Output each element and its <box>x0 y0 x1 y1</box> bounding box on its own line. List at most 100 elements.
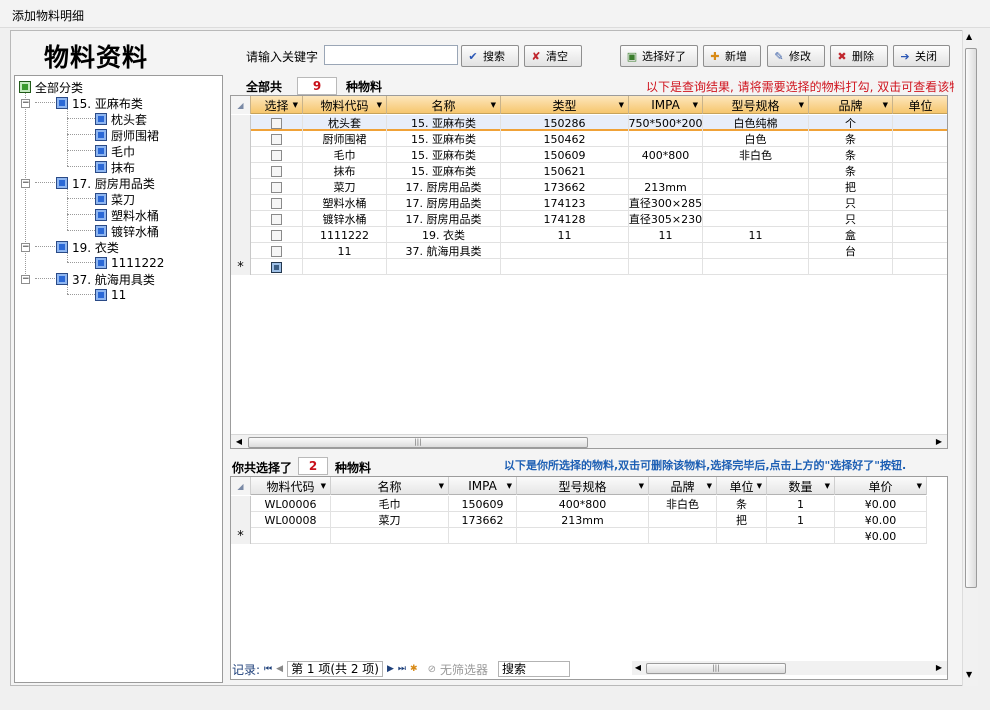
row-indicator[interactable] <box>231 179 251 195</box>
select-checkbox[interactable] <box>271 197 282 209</box>
row-indicator[interactable] <box>231 211 251 227</box>
table-row[interactable]: 镀锌水桶 17. 厨房用品类 174128 直径305×230 只 <box>231 211 947 227</box>
table-row[interactable]: 厨师围裙 15. 亚麻布类 150462 白色条 <box>231 131 947 147</box>
clear-button[interactable]: ✘ 清空 <box>524 45 582 67</box>
scroll-up-icon[interactable]: ▲ <box>966 32 972 41</box>
new-row[interactable]: * <box>231 259 947 275</box>
new-record-icon[interactable]: ✱ <box>410 664 418 674</box>
select-checkbox[interactable] <box>271 229 282 241</box>
edit-button[interactable]: ✎ 修改 <box>767 45 825 67</box>
row-indicator[interactable] <box>231 227 251 243</box>
prev-record-icon[interactable]: ◀ <box>276 664 283 674</box>
col-header-unit[interactable]: 单位 <box>893 96 947 114</box>
sel-col-header-qty[interactable]: 数量 ▼ <box>767 477 835 495</box>
tree-item[interactable]: 菜刀 <box>95 191 135 207</box>
table-row[interactable]: 1111222 19. 衣类 11 11 11 盒 <box>231 227 947 243</box>
table-row[interactable]: WL00008 菜刀 173662 213mm 把 1 ¥0.00 <box>231 512 927 528</box>
row-indicator[interactable] <box>231 195 251 211</box>
sel-col-header-code[interactable]: 物料代码 ▼ <box>251 477 331 495</box>
collapse-icon[interactable]: − <box>21 98 30 108</box>
collapse-icon[interactable]: − <box>21 178 30 188</box>
navigator-search[interactable]: 搜索 <box>497 661 570 677</box>
sel-col-header-unit[interactable]: 单位 ▼ <box>717 477 767 495</box>
table-row[interactable]: 抹布 15. 亚麻布类 150621 条 <box>231 163 947 179</box>
sel-col-header-name[interactable]: 名称 ▼ <box>331 477 449 495</box>
select-checkbox-cell[interactable] <box>251 179 303 195</box>
row-indicator[interactable]: * <box>231 259 251 275</box>
tree-group-marine[interactable]: − 37. 航海用具类 <box>21 271 155 287</box>
search-button[interactable]: ✔ 搜索 <box>461 45 519 67</box>
add-button[interactable]: ✚ 新增 <box>703 45 761 67</box>
tree-item[interactable]: 枕头套 <box>95 111 147 127</box>
row-indicator[interactable] <box>231 243 251 259</box>
col-header-name[interactable]: 名称 ▼ <box>387 96 501 114</box>
tree-group-clothing[interactable]: − 19. 衣类 <box>21 239 119 255</box>
tree-group-linen[interactable]: − 15. 亚麻布类 <box>21 95 143 111</box>
table-row[interactable]: 毛巾 15. 亚麻布类 150609 400*800 非白色条 <box>231 147 947 163</box>
select-checkbox-cell[interactable] <box>251 195 303 211</box>
col-header-impa[interactable]: IMPA ▼ <box>629 96 703 114</box>
first-record-icon[interactable]: ⏮ <box>264 664 272 674</box>
table-row[interactable]: WL00006 毛巾 150609 400*800 非白色条 1 ¥0.00 <box>231 496 927 512</box>
row-indicator[interactable] <box>231 115 251 131</box>
delete-button[interactable]: ✖ 删除 <box>830 45 888 67</box>
tree-item[interactable]: 毛巾 <box>95 143 135 159</box>
sel-col-header-impa[interactable]: IMPA ▼ <box>449 477 517 495</box>
scroll-thumb[interactable]: ||| <box>248 437 588 448</box>
tree-item[interactable]: 11 <box>95 287 126 303</box>
filter-status[interactable]: 无筛选器 <box>440 661 488 678</box>
select-checkbox[interactable] <box>271 213 282 225</box>
new-row[interactable]: * ¥0.00 <box>231 528 927 544</box>
select-done-button[interactable]: ▣ 选择好了 <box>620 45 698 67</box>
select-checkbox[interactable] <box>271 165 282 177</box>
select-checkbox[interactable] <box>271 261 282 273</box>
tree-group-kitchen[interactable]: − 17. 厨房用品类 <box>21 175 155 191</box>
row-indicator[interactable] <box>231 147 251 163</box>
select-checkbox-cell[interactable] <box>251 227 303 243</box>
select-checkbox[interactable] <box>271 117 282 129</box>
scroll-thumb[interactable] <box>965 48 977 588</box>
tree-item[interactable]: 镀锌水桶 <box>95 223 159 239</box>
col-header-select[interactable]: 选择 ▼ <box>251 96 303 114</box>
select-checkbox-cell[interactable] <box>251 131 303 147</box>
select-all-corner[interactable]: ◢ <box>231 477 251 495</box>
row-indicator[interactable] <box>231 496 251 512</box>
selected-grid-hscroll[interactable]: ◀ ||| ▶ <box>632 661 947 675</box>
select-checkbox[interactable] <box>271 181 282 193</box>
select-checkbox-cell[interactable] <box>251 147 303 163</box>
row-indicator[interactable] <box>231 512 251 528</box>
table-row[interactable]: 枕头套 15. 亚麻布类 150286 750*500*200 白色纯棉个 <box>231 115 947 131</box>
sel-col-header-price[interactable]: 单价 ▼ <box>835 477 927 495</box>
search-input[interactable] <box>324 45 458 65</box>
select-checkbox-cell[interactable] <box>251 115 303 131</box>
table-row[interactable]: 塑料水桶 17. 厨房用品类 174123 直径300×285 只 <box>231 195 947 211</box>
col-header-spec[interactable]: 型号规格 ▼ <box>703 96 809 114</box>
table-row[interactable]: 菜刀 17. 厨房用品类 173662 213mm 把 <box>231 179 947 195</box>
tree-item[interactable]: 厨师围裙 <box>95 127 159 143</box>
scroll-down-icon[interactable]: ▼ <box>966 670 972 679</box>
scroll-thumb[interactable]: ||| <box>646 663 786 674</box>
select-checkbox[interactable] <box>271 133 282 145</box>
close-button[interactable]: ➔ 关闭 <box>893 45 950 67</box>
scroll-left-icon[interactable]: ◀ <box>233 435 245 448</box>
next-record-icon[interactable]: ▶ <box>387 664 394 674</box>
sel-col-header-spec[interactable]: 型号规格 ▼ <box>517 477 649 495</box>
row-indicator[interactable] <box>231 131 251 147</box>
window-vscroll[interactable]: ▲ ▼ <box>962 30 978 686</box>
row-indicator[interactable]: * <box>231 528 251 544</box>
scroll-right-icon[interactable]: ▶ <box>933 661 945 675</box>
collapse-icon[interactable]: − <box>21 274 30 284</box>
col-header-brand[interactable]: 品牌 ▼ <box>809 96 893 114</box>
last-record-icon[interactable]: ⏭ <box>398 664 406 674</box>
row-indicator[interactable] <box>231 163 251 179</box>
tree-item[interactable]: 抹布 <box>95 159 135 175</box>
tree-root[interactable]: 全部分类 <box>19 79 83 95</box>
tree-item[interactable]: 塑料水桶 <box>95 207 159 223</box>
select-checkbox-cell[interactable] <box>251 243 303 259</box>
sel-col-header-brand[interactable]: 品牌 ▼ <box>649 477 717 495</box>
select-checkbox[interactable] <box>271 149 282 161</box>
table-row[interactable]: 11 37. 航海用具类 台 <box>231 243 947 259</box>
select-checkbox-cell[interactable] <box>251 163 303 179</box>
select-all-corner[interactable]: ◢ <box>231 96 251 114</box>
select-checkbox-cell[interactable] <box>251 211 303 227</box>
